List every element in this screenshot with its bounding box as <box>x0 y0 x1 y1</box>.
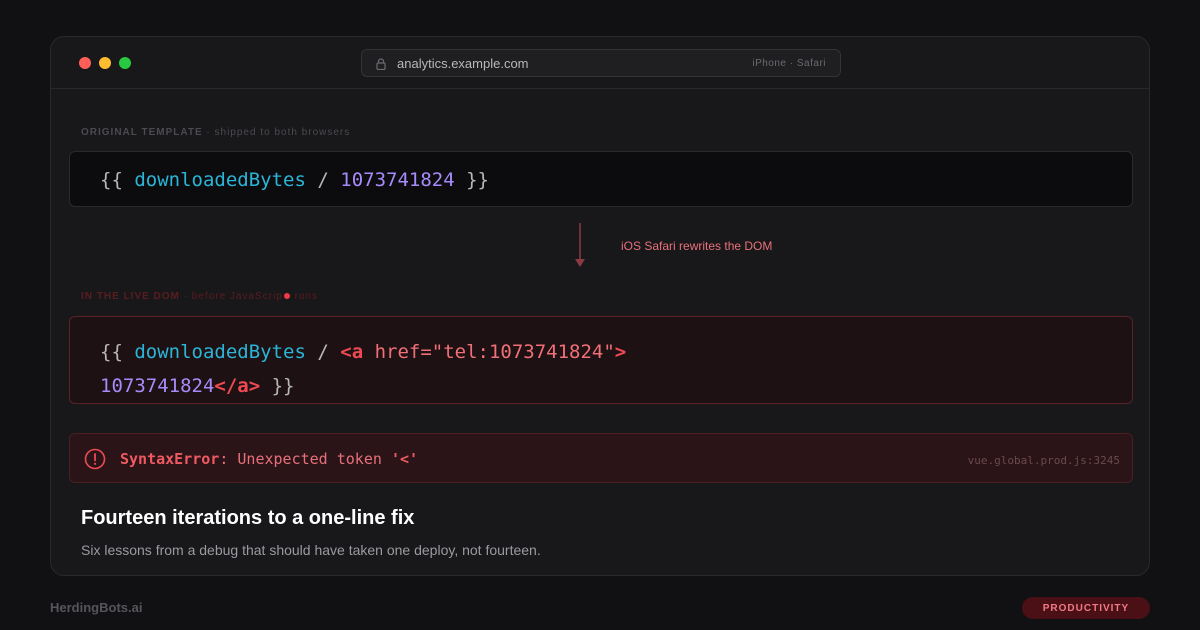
code-number: 1073741824 <box>100 375 215 397</box>
close-window-button[interactable] <box>79 57 91 69</box>
error-name: SyntaxError <box>120 450 220 468</box>
original-template-label: ORIGINAL TEMPLATE · shipped to both brow… <box>81 127 350 138</box>
down-arrow-icon <box>575 223 585 267</box>
category-badge[interactable]: PRODUCTIVITY <box>1022 597 1150 619</box>
original-label-title: ORIGINAL TEMPLATE <box>81 127 203 138</box>
code-operator: / <box>305 341 341 363</box>
url-text: analytics.example.com <box>397 56 529 71</box>
error-message: SyntaxError: Unexpected token '<' <box>120 450 418 468</box>
code-tag-open-end: > <box>614 341 627 363</box>
article-subtitle: Six lessons from a debug that should hav… <box>81 542 541 558</box>
minimize-window-button[interactable] <box>99 57 111 69</box>
title-bar: analytics.example.com iPhone · Safari <box>51 37 1149 89</box>
code-operator: / <box>305 169 341 191</box>
code-tag-open: <a <box>340 341 375 363</box>
code-open-braces: {{ <box>100 169 135 191</box>
error-circle-icon <box>84 448 106 470</box>
rewrite-label: iOS Safari rewrites the DOM <box>621 239 773 253</box>
error-token: '<' <box>390 450 419 468</box>
lock-icon <box>376 58 386 70</box>
code-number: 1073741824 <box>340 169 455 191</box>
code-attribute: href="tel:1073741824" <box>374 341 615 363</box>
live-label-note-b: runs <box>290 291 319 302</box>
code-close-braces: }} <box>454 169 489 191</box>
browser-window: analytics.example.com iPhone · Safari OR… <box>50 36 1150 576</box>
live-dom-code-block: {{ downloadedBytes / <a href="tel:107374… <box>69 316 1133 404</box>
original-label-note: · shipped to both browsers <box>202 127 351 138</box>
code-open-braces: {{ <box>100 341 135 363</box>
code-close-braces: }} <box>260 375 295 397</box>
code-variable: downloadedBytes <box>134 341 306 363</box>
code-tag-close: </a> <box>214 375 261 397</box>
live-indicator-dot <box>283 293 290 300</box>
live-label-title: IN THE LIVE DOM <box>81 291 180 302</box>
code-variable: downloadedBytes <box>134 169 306 191</box>
device-label: iPhone · Safari <box>752 58 826 69</box>
address-bar[interactable]: analytics.example.com iPhone · Safari <box>361 49 841 77</box>
error-description: : Unexpected token <box>219 450 391 468</box>
error-banner: SyntaxError: Unexpected token '<' vue.gl… <box>69 433 1133 483</box>
maximize-window-button[interactable] <box>119 57 131 69</box>
live-label-note-a: · before JavaScrip <box>179 291 283 302</box>
live-dom-label: IN THE LIVE DOM · before JavaScrip runs <box>81 291 318 302</box>
article-title: Fourteen iterations to a one-line fix <box>81 507 415 529</box>
original-code-block: {{ downloadedBytes / 1073741824 }} <box>69 151 1133 207</box>
error-source: vue.global.prod.js:3245 <box>967 454 1120 467</box>
brand-name[interactable]: HerdingBots.ai <box>50 600 142 615</box>
